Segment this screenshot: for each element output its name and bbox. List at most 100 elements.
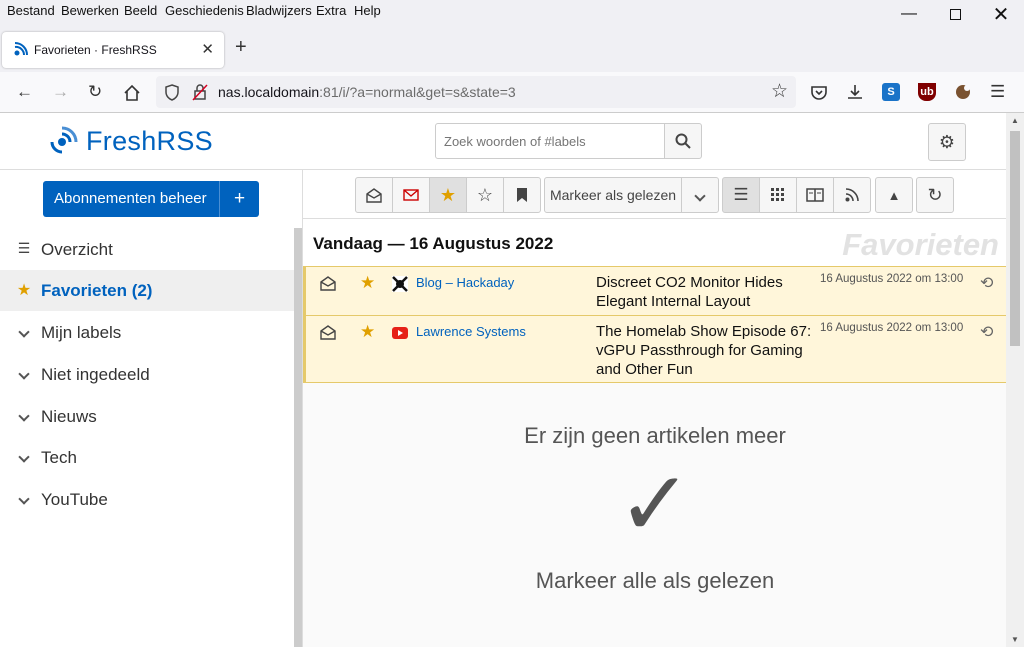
scroll-up-icon[interactable]: ▲ — [1011, 116, 1019, 125]
refresh-button[interactable]: ↻ — [916, 177, 954, 213]
sort-order-button[interactable]: ▲ — [875, 177, 913, 213]
filter-not-favorites-button[interactable]: ☆ — [466, 177, 504, 213]
minimize-icon[interactable]: — — [886, 0, 932, 28]
sidebar-item-overzicht[interactable]: ☰ Overzicht — [0, 229, 294, 270]
share-icon[interactable]: ⟲ — [980, 322, 993, 342]
envelope-open-icon — [366, 188, 382, 203]
article-title[interactable]: The Homelab Show Episode 67: vGPU Passth… — [596, 322, 818, 379]
share-icon[interactable]: ⟲ — [980, 273, 993, 293]
day-title: Vandaag — 16 Augustus 2022 — [313, 234, 554, 253]
new-tab-icon[interactable]: + — [235, 36, 247, 59]
sidebar-item-favorieten[interactable]: ★ Favorieten (2) — [0, 270, 294, 311]
sidebar-item-youtube[interactable]: YouTube — [0, 479, 294, 520]
sidebar-item-niet-ingedeeld[interactable]: Niet ingedeeld — [0, 354, 294, 395]
toolbar: ★ ☆ Markeer als gelezen ☰ ▲ ↻ — [303, 170, 1007, 219]
back-icon[interactable]: ← — [16, 82, 33, 102]
search-button[interactable] — [664, 123, 702, 159]
app-header: FreshRSS ⚙ — [0, 113, 1006, 170]
chevron-down-icon[interactable] — [16, 490, 32, 506]
settings-button[interactable]: ⚙ — [928, 123, 966, 161]
bookmark-star-icon[interactable]: ☆ — [771, 80, 788, 103]
star-outline-icon: ☆ — [476, 184, 494, 205]
scrollbar-thumb[interactable] — [1010, 131, 1020, 346]
normal-view-button[interactable]: ☰ — [722, 177, 760, 213]
url-bar[interactable]: nas.localdomain:81/i/?a=normal&get=s&sta… — [156, 76, 796, 108]
refresh-icon: ↻ — [927, 184, 943, 205]
pocket-icon[interactable] — [810, 84, 828, 101]
filter-unread-button[interactable] — [392, 177, 430, 213]
search-input[interactable] — [435, 123, 665, 159]
freshrss-logo[interactable]: FreshRSS — [46, 123, 213, 159]
url-text: nas.localdomain:81/i/?a=normal&get=s&sta… — [218, 84, 516, 100]
sidebar-item-tech[interactable]: Tech — [0, 437, 294, 478]
menu-beeld[interactable]: Beeld — [124, 3, 157, 18]
bookmark-icon — [517, 188, 527, 202]
insecure-lock-icon[interactable] — [192, 84, 208, 101]
url-path: :81/i/?a=normal&get=s&state=3 — [319, 84, 516, 100]
article-title[interactable]: Discreet CO2 Monitor Hides Elegant Inter… — [596, 273, 818, 311]
hamburger-menu-icon[interactable]: ☰ — [990, 82, 1005, 102]
article-site[interactable]: Lawrence Systems — [416, 324, 526, 339]
sidebar-item-mijn-labels[interactable]: Mijn labels — [0, 312, 294, 353]
menu-bladwijzers[interactable]: Bladwijzers — [246, 3, 312, 18]
page-scrollbar[interactable]: ▲ ▼ — [1006, 113, 1024, 647]
shield-icon[interactable] — [164, 84, 180, 101]
mark-read-dropdown[interactable] — [681, 177, 719, 213]
sidebar-item-nieuws[interactable]: Nieuws — [0, 396, 294, 437]
article-row[interactable]: ★ Blog – Hackaday Discreet CO2 Monitor H… — [303, 267, 1007, 316]
cookie-extension-icon[interactable] — [954, 83, 972, 101]
star-icon[interactable]: ★ — [360, 273, 375, 293]
close-window-icon[interactable]: ✕ — [978, 0, 1024, 28]
star-icon: ★ — [16, 282, 32, 299]
checkmark-icon[interactable]: ✓ — [303, 460, 1007, 550]
reader-view-button[interactable] — [796, 177, 834, 213]
reader-icon — [806, 188, 824, 202]
menu-bewerken[interactable]: Bewerken — [61, 3, 119, 18]
close-tab-icon[interactable]: ✕ — [201, 40, 214, 58]
mark-read-label: Markeer als gelezen — [549, 187, 677, 203]
menu-geschiedenis[interactable]: Geschiedenis — [165, 3, 244, 18]
rss-feed-button[interactable] — [833, 177, 871, 213]
star-icon[interactable]: ★ — [360, 322, 375, 342]
filter-bookmark-button[interactable] — [503, 177, 541, 213]
grid-view-button[interactable] — [759, 177, 797, 213]
download-icon[interactable] — [846, 83, 864, 101]
day-header: Vandaag — 16 Augustus 2022 Favorieten — [303, 219, 1007, 267]
reload-icon[interactable]: ↻ — [88, 82, 102, 102]
manage-subscriptions-button[interactable]: Abonnementen beheer + — [43, 181, 259, 217]
star-icon: ★ — [439, 184, 457, 205]
menu-help[interactable]: Help — [354, 3, 381, 18]
maximize-icon[interactable] — [932, 0, 978, 28]
logo-text: FreshRSS — [86, 125, 213, 156]
mark-read-button[interactable]: Markeer als gelezen — [544, 177, 682, 213]
freshrss-favicon-icon — [14, 42, 28, 56]
mark-all-read-link[interactable]: Markeer alle als gelezen — [303, 568, 1007, 594]
extension-s-icon[interactable]: S — [882, 83, 900, 101]
browser-tab[interactable]: Favorieten · FreshRSS ✕ — [2, 32, 224, 68]
sidebar-item-label: Overzicht — [41, 240, 113, 259]
chevron-down-icon[interactable] — [16, 407, 32, 423]
filter-read-button[interactable] — [355, 177, 393, 213]
ublock-icon[interactable]: ub — [918, 83, 936, 101]
envelope-icon — [403, 189, 419, 201]
article-site[interactable]: Blog – Hackaday — [416, 275, 514, 290]
no-more-articles: Er zijn geen artikelen meer — [524, 423, 786, 448]
envelope-open-icon[interactable] — [320, 275, 336, 291]
envelope-open-icon[interactable] — [320, 324, 336, 340]
article-date: 16 Augustus 2022 om 13:00 — [820, 322, 964, 334]
scroll-down-icon[interactable]: ▼ — [1011, 635, 1019, 644]
chevron-down-icon[interactable] — [16, 323, 32, 339]
sidebar-item-label: Nieuws — [41, 407, 97, 426]
forward-icon[interactable]: → — [52, 82, 69, 102]
menu-bestand[interactable]: Bestand — [7, 3, 55, 18]
home-icon[interactable] — [123, 84, 141, 101]
chevron-down-icon[interactable] — [16, 448, 32, 464]
sidebar-item-label: Tech — [41, 448, 77, 467]
rss-icon — [845, 188, 859, 202]
add-subscription-icon[interactable]: + — [219, 181, 259, 217]
menu-extra[interactable]: Extra — [316, 3, 346, 18]
chevron-down-icon[interactable] — [16, 365, 32, 381]
filter-favorites-button[interactable]: ★ — [429, 177, 467, 213]
sidebar-scrollbar[interactable] — [294, 228, 302, 647]
article-row[interactable]: ★ Lawrence Systems The Homelab Show Epis… — [303, 316, 1007, 383]
